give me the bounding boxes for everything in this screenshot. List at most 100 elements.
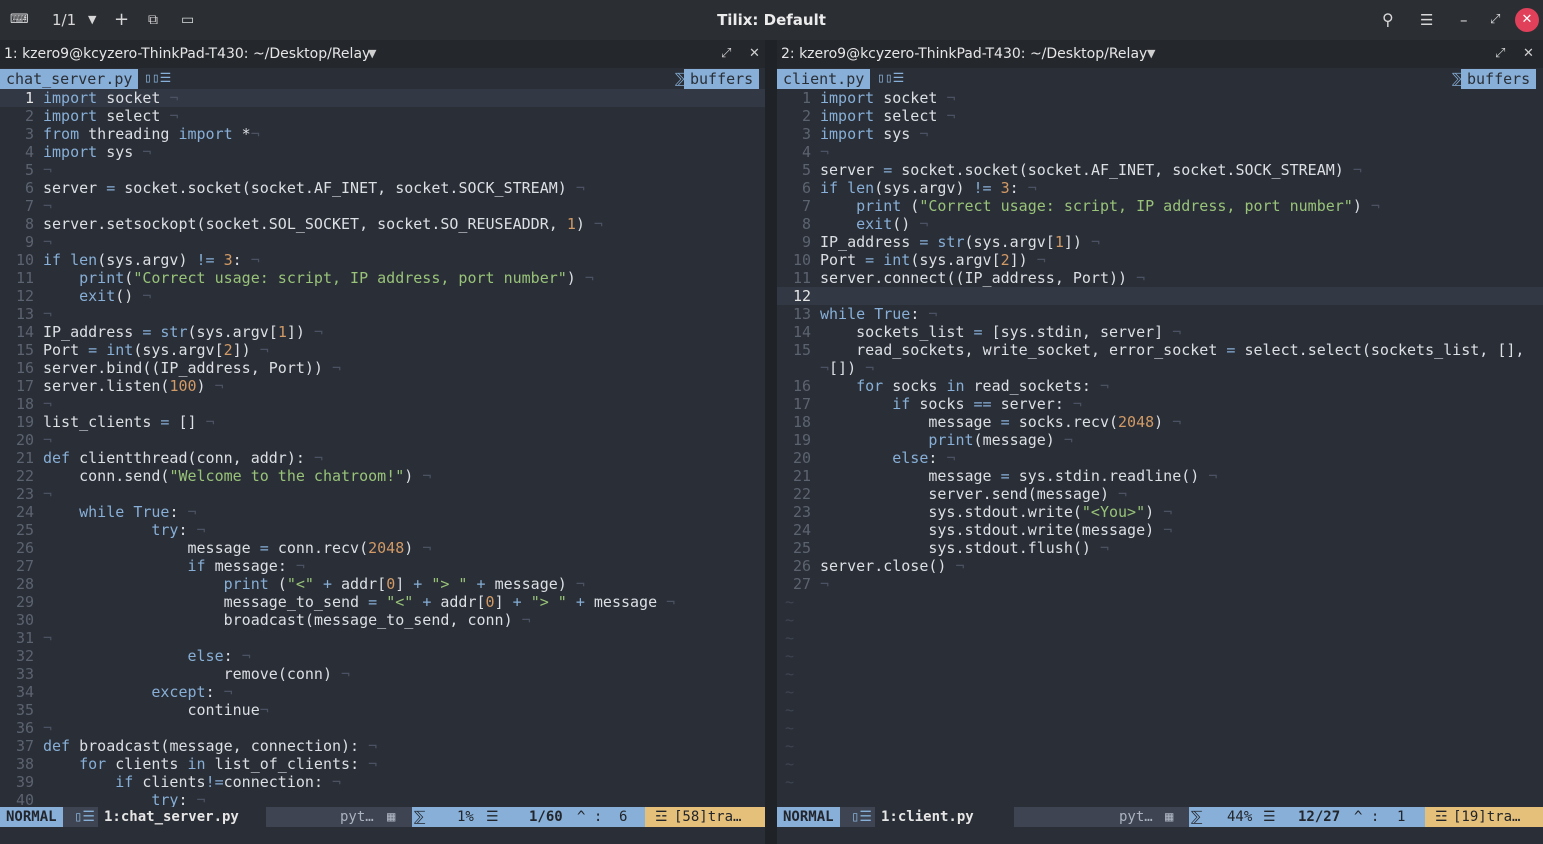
code-line[interactable]: 2 import select ¬ bbox=[0, 107, 765, 125]
code-line[interactable]: 16 for socks in read_sockets: ¬ bbox=[777, 377, 1543, 395]
code-line[interactable]: 18 ¬ bbox=[0, 395, 765, 413]
close-icon[interactable]: ✕ bbox=[749, 40, 760, 68]
code-line[interactable]: 34 except: ¬ bbox=[0, 683, 765, 701]
code-line[interactable]: 31 ¬ bbox=[0, 629, 765, 647]
code-line[interactable]: 26 message = conn.recv(2048) ¬ bbox=[0, 539, 765, 557]
code-line[interactable]: 11 server.connect((IP_address, Port)) ¬ bbox=[777, 269, 1543, 287]
code-line[interactable]: 4 import sys ¬ bbox=[0, 143, 765, 161]
maximize-icon[interactable]: ⤢ bbox=[1490, 0, 1500, 40]
code-line[interactable]: 3 from threading import *¬ bbox=[0, 125, 765, 143]
maximize-icon[interactable]: ⤢ bbox=[1495, 40, 1505, 68]
line-number: 16 bbox=[15, 359, 34, 377]
code-line[interactable]: 20 else: ¬ bbox=[777, 449, 1543, 467]
code-line[interactable]: 26 server.close() ¬ bbox=[777, 557, 1543, 575]
code-line[interactable]: 1 import socket ¬ bbox=[0, 89, 765, 107]
window-title: Tilix: Default bbox=[717, 11, 826, 29]
line-number: 1 bbox=[801, 89, 811, 107]
code-line[interactable]: 14 IP_address = str(sys.argv[1]) ¬ bbox=[0, 323, 765, 341]
code-line[interactable]: 2 import select ¬ bbox=[777, 107, 1543, 125]
code-line[interactable]: 8 server.setsockopt(socket.SOL_SOCKET, so… bbox=[0, 215, 765, 233]
code-line[interactable]: 24 sys.stdout.write(message) ¬ bbox=[777, 521, 1543, 539]
code-line[interactable]: 7 print ("Correct usage: script, IP addr… bbox=[777, 197, 1543, 215]
line-number: 20 bbox=[15, 431, 34, 449]
code-line[interactable]: 18 message = socks.recv(2048) ¬ bbox=[777, 413, 1543, 431]
code-line[interactable]: 39 if clients!=connection: ¬ bbox=[0, 773, 765, 791]
code-line[interactable]: 10 Port = int(sys.argv[2]) ¬ bbox=[777, 251, 1543, 269]
code-line[interactable]: 15 read_sockets, write_socket, error_soc… bbox=[777, 341, 1543, 359]
code-line[interactable]: 35 continue¬ bbox=[0, 701, 765, 719]
terminal-pane-2[interactable]: 2: kzero9@kcyzero-ThinkPad-T430: ~/Deskt… bbox=[777, 40, 1543, 844]
chevron-down-icon[interactable]: ▼ bbox=[1147, 40, 1155, 68]
code-line[interactable]: 4 ¬ bbox=[777, 143, 1543, 161]
line-number: 18 bbox=[15, 395, 34, 413]
code-line[interactable]: 6 server = socket.socket(socket.AF_INET, … bbox=[0, 179, 765, 197]
code-line[interactable]: 25 try: ¬ bbox=[0, 521, 765, 539]
code-line[interactable]: 7 ¬ bbox=[0, 197, 765, 215]
code-line[interactable]: 9 IP_address = str(sys.argv[1]) ¬ bbox=[777, 233, 1543, 251]
code-line[interactable]: 19 print(message) ¬ bbox=[777, 431, 1543, 449]
close-icon[interactable]: ✕ bbox=[1515, 8, 1539, 32]
vim-editor[interactable]: client.py ▯▯☰ ⅀ buffers 1 import socket ¬… bbox=[777, 69, 1543, 804]
code-line[interactable]: 32 else: ¬ bbox=[0, 647, 765, 665]
code-line[interactable]: 10 if len(sys.argv) != 3: ¬ bbox=[0, 251, 765, 269]
code-line[interactable]: 29 message_to_send = "<" + addr[0] + "> … bbox=[0, 593, 765, 611]
code-line[interactable]: 12 bbox=[777, 287, 1543, 305]
code-line[interactable]: 17 if socks == server: ¬ bbox=[777, 395, 1543, 413]
code-line[interactable]: 21 message = sys.stdin.readline() ¬ bbox=[777, 467, 1543, 485]
code-line[interactable]: 30 broadcast(message_to_send, conn) ¬ bbox=[0, 611, 765, 629]
code-line[interactable]: 22 conn.send("Welcome to the chatroom!")… bbox=[0, 467, 765, 485]
line-number: 39 bbox=[15, 773, 34, 791]
code-line[interactable]: 5 ¬ bbox=[0, 161, 765, 179]
terminal-pane-1[interactable]: 1: kzero9@kcyzero-ThinkPad-T430: ~/Deskt… bbox=[0, 40, 765, 844]
menu-icon[interactable]: ☰ bbox=[1420, 0, 1433, 40]
code-line[interactable]: 12 exit() ¬ bbox=[0, 287, 765, 305]
pane-title[interactable]: 2: kzero9@kcyzero-ThinkPad-T430: ~/Deskt… bbox=[781, 40, 1147, 68]
code-line[interactable]: 36 ¬ bbox=[0, 719, 765, 737]
vim-editor[interactable]: chat_server.py ▯▯☰ ⅀ buffers 1 import soc… bbox=[0, 69, 765, 809]
code-line[interactable]: 15 Port = int(sys.argv[2]) ¬ bbox=[0, 341, 765, 359]
code-text: from threading import *¬ bbox=[43, 125, 260, 143]
line-number: 16 bbox=[792, 377, 811, 395]
code-text: try: ¬ bbox=[151, 521, 206, 539]
code-line[interactable]: 8 exit() ¬ bbox=[777, 215, 1543, 233]
tab-file[interactable]: chat_server.py bbox=[0, 69, 139, 89]
pane-title[interactable]: 1: kzero9@kcyzero-ThinkPad-T430: ~/Deskt… bbox=[4, 40, 370, 68]
code-line[interactable]: 23 ¬ bbox=[0, 485, 765, 503]
code-line[interactable]: 20 ¬ bbox=[0, 431, 765, 449]
search-icon[interactable]: ⚲ bbox=[1382, 0, 1394, 40]
code-line[interactable]: 27 ¬ bbox=[777, 575, 1543, 593]
code-line[interactable]: 11 print("Correct usage: script, IP addr… bbox=[0, 269, 765, 287]
code-line[interactable]: 14 sockets_list = [sys.stdin, server] ¬ bbox=[777, 323, 1543, 341]
code-line[interactable]: 22 server.send(message) ¬ bbox=[777, 485, 1543, 503]
code-text: ¬ bbox=[43, 161, 53, 179]
code-line[interactable]: 25 sys.stdout.flush() ¬ bbox=[777, 539, 1543, 557]
code-line[interactable]: 17 server.listen(100) ¬ bbox=[0, 377, 765, 395]
code-line[interactable]: 28 print ("<" + addr[0] + "> " + message… bbox=[0, 575, 765, 593]
code-line[interactable]: 13 ¬ bbox=[0, 305, 765, 323]
code-text: if message: ¬ bbox=[187, 557, 305, 575]
code-line[interactable]: 19 list_clients = [] ¬ bbox=[0, 413, 765, 431]
chevron-down-icon[interactable]: ▼ bbox=[368, 40, 376, 68]
code-line[interactable]: 6 if len(sys.argv) != 3: ¬ bbox=[777, 179, 1543, 197]
code-line[interactable]: 9 ¬ bbox=[0, 233, 765, 251]
code-line[interactable]: ¬[]) ¬ bbox=[777, 359, 1543, 377]
close-icon[interactable]: ✕ bbox=[1523, 40, 1534, 68]
code-line[interactable]: 24 while True: ¬ bbox=[0, 503, 765, 521]
code-line[interactable]: 16 server.bind((IP_address, Port)) ¬ bbox=[0, 359, 765, 377]
code-line[interactable]: 5 server = socket.socket(socket.AF_INET, … bbox=[777, 161, 1543, 179]
code-line[interactable]: 23 sys.stdout.write("<You>") ¬ bbox=[777, 503, 1543, 521]
title-bar: ⌨ 1/1 ▼ + ⧉ ▭ Tilix: Default ⚲ ☰ – ⤢ ✕ bbox=[0, 0, 1543, 40]
code-line[interactable]: 37 def broadcast(message, connection): ¬ bbox=[0, 737, 765, 755]
line-number: 15 bbox=[15, 341, 34, 359]
code-line[interactable]: 27 if message: ¬ bbox=[0, 557, 765, 575]
code-line[interactable]: 38 for clients in list_of_clients: ¬ bbox=[0, 755, 765, 773]
maximize-icon[interactable]: ⤢ bbox=[721, 40, 731, 68]
tab-file[interactable]: client.py bbox=[777, 69, 871, 89]
code-line[interactable]: 13 while True: ¬ bbox=[777, 305, 1543, 323]
code-line[interactable]: 21 def clientthread(conn, addr): ¬ bbox=[0, 449, 765, 467]
code-line[interactable]: 3 import sys ¬ bbox=[777, 125, 1543, 143]
code-line[interactable]: 33 remove(conn) ¬ bbox=[0, 665, 765, 683]
code-line[interactable]: 1 import socket ¬ bbox=[777, 89, 1543, 107]
minimize-icon[interactable]: – bbox=[1460, 0, 1468, 40]
pane-divider[interactable] bbox=[765, 40, 777, 844]
